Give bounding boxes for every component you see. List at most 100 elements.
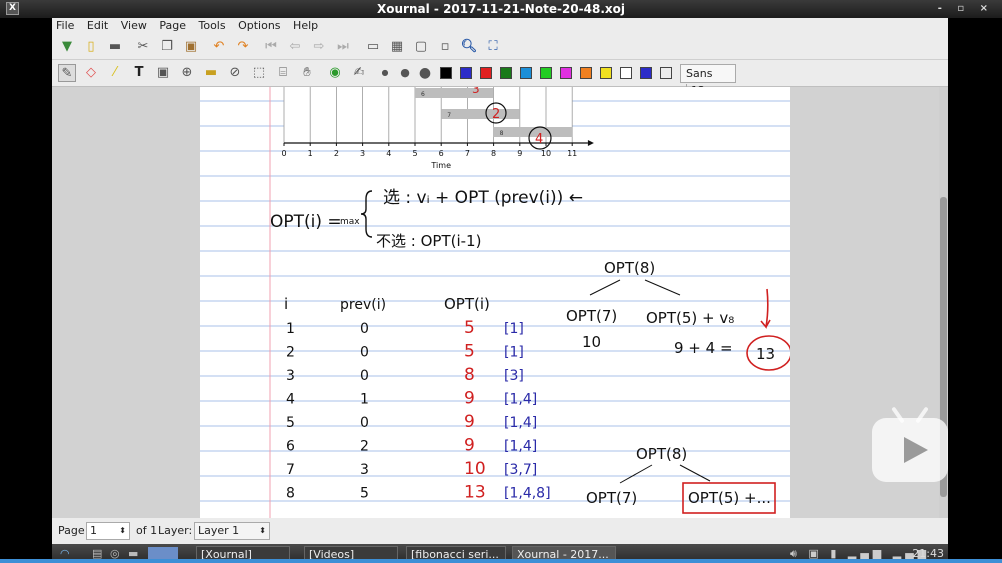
menu-help[interactable]: Help <box>293 19 318 32</box>
default-tool-icon[interactable]: ◉ <box>326 64 344 82</box>
table-cell-set: [1,4] <box>504 392 537 408</box>
menu-tools[interactable]: Tools <box>198 19 225 32</box>
font-button[interactable]: Sans 12 <box>680 64 736 97</box>
text-tool-icon[interactable]: T <box>130 64 148 82</box>
menu-edit[interactable]: Edit <box>87 19 108 32</box>
shape-recognizer-icon[interactable]: ⊕ <box>178 64 196 82</box>
color-lightgreen-swatch[interactable] <box>560 67 572 79</box>
x-tick-label: 10 <box>541 149 551 158</box>
x-tick-label: 11 <box>567 149 577 158</box>
color-blue-swatch[interactable] <box>460 67 472 79</box>
highlighter-icon[interactable]: ⁄ <box>106 64 124 82</box>
menu-file[interactable]: File <box>56 19 74 32</box>
last-page-icon[interactable]: ⏭ <box>334 38 352 56</box>
table-cell-set: [3] <box>504 368 524 384</box>
table-cell-prev: 0 <box>360 415 369 431</box>
tree1-left-value: 10 <box>582 333 601 351</box>
color-custom-swatch[interactable] <box>660 67 672 79</box>
table-header: OPT(i) <box>444 295 490 313</box>
x-tick-label: 0 <box>281 149 286 158</box>
image-tool-icon[interactable]: ▣ <box>154 64 172 82</box>
color-green-swatch[interactable] <box>500 67 512 79</box>
bar-label: 6 <box>421 91 425 98</box>
tree2-right: OPT(5) +... <box>688 489 771 507</box>
table-cell-set: [1,4] <box>504 415 537 431</box>
table-cell-i: 2 <box>286 345 295 361</box>
window-title: Xournal - 2017-11-21-Note-20-48.xoj <box>377 2 625 16</box>
table-cell-prev: 5 <box>360 486 369 502</box>
previous-page-icon[interactable]: ⇦ <box>286 38 304 56</box>
zoom-100-icon[interactable]: ▢ <box>412 38 430 56</box>
spin-icon[interactable]: ⬍ <box>119 523 126 539</box>
first-page-icon[interactable]: ⏮ <box>262 38 280 56</box>
workspace-switcher[interactable] <box>148 547 178 559</box>
zoom-search-icon[interactable]: 🔍︎ <box>460 38 478 56</box>
table-cell-opt: 9 <box>464 389 475 409</box>
window-controls[interactable]: - ▫ × <box>938 0 994 18</box>
x-tick-label: 8 <box>491 149 496 158</box>
table-cell-opt: 13 <box>464 483 486 503</box>
cut-icon[interactable]: ✂ <box>134 38 152 56</box>
zoom-out-icon[interactable]: ▭ <box>364 38 382 56</box>
table-cell-prev: 0 <box>360 345 369 361</box>
document-viewport[interactable]: 6 7 8 0 1 2 3 4 5 6 7 8 9 10 11 Time 3 2 4 OPT(i) = max 选 … <box>52 87 948 518</box>
layer-select[interactable]: Layer 1 ⬍ <box>194 522 270 540</box>
tree1-left: OPT(7) <box>566 307 617 325</box>
table-cell-i: 1 <box>286 321 295 337</box>
fullscreen-icon[interactable]: ⛶ <box>484 38 502 56</box>
paste-icon[interactable]: ▣ <box>182 38 200 56</box>
copy-icon[interactable]: ❐ <box>158 38 176 56</box>
table-cell-set: [1] <box>504 321 524 337</box>
rect-select-icon[interactable]: ⬚ <box>250 64 268 82</box>
page-label: Page <box>58 524 85 537</box>
dropdown-icon[interactable]: ⬍ <box>259 523 266 539</box>
x-tick-label: 9 <box>517 149 522 158</box>
color-red-swatch[interactable] <box>480 67 492 79</box>
zoom-in-icon[interactable]: ▫ <box>436 38 454 56</box>
menu-page[interactable]: Page <box>159 19 186 32</box>
new-page-icon[interactable]: ▯ <box>82 38 100 56</box>
menu-view[interactable]: View <box>121 19 147 32</box>
tree2-left: OPT(7) <box>586 489 637 507</box>
vertical-space-icon[interactable]: ⌸ <box>274 64 292 82</box>
save-icon[interactable]: ▼ <box>58 38 76 56</box>
case-skip: 不选 : OPT(i-1) <box>376 232 481 250</box>
eraser-icon[interactable]: ◇ <box>82 64 100 82</box>
hand-tool-icon[interactable]: ✋︎ <box>298 64 316 82</box>
opt-lhs: OPT(i) = <box>270 212 342 232</box>
lasso-select-icon[interactable]: ⊘ <box>226 64 244 82</box>
thickness-medium-icon[interactable]: ● <box>396 64 414 82</box>
color-lightblue-swatch[interactable] <box>540 67 552 79</box>
color-black-swatch[interactable] <box>440 67 452 79</box>
tree1-result: 13 <box>756 345 775 363</box>
table-header: prev(i) <box>340 297 386 313</box>
print-icon[interactable]: ▬ <box>106 38 124 56</box>
default-pen-icon[interactable]: ✍ <box>350 64 368 82</box>
color-gray-swatch[interactable] <box>520 67 532 79</box>
table-cell-prev: 0 <box>360 321 369 337</box>
max-label: max <box>340 217 360 227</box>
color-orange-swatch[interactable] <box>600 67 612 79</box>
color-white-swatch[interactable] <box>640 67 652 79</box>
x-tick-label: 7 <box>465 149 470 158</box>
pen-icon[interactable]: ✎ <box>58 64 76 82</box>
color-magenta-swatch[interactable] <box>580 67 592 79</box>
thickness-fine-icon[interactable]: ● <box>376 64 394 82</box>
undo-icon[interactable]: ↶ <box>210 38 228 56</box>
menu-options[interactable]: Options <box>238 19 280 32</box>
x-tick-label: 3 <box>360 149 365 158</box>
table-header: i <box>284 295 288 313</box>
app-icon: X <box>6 2 19 15</box>
status-bar: Page 1 ⬍ of 1 Layer: Layer 1 ⬍ <box>52 518 948 544</box>
next-page-icon[interactable]: ⇨ <box>310 38 328 56</box>
thickness-thick-icon[interactable]: ● <box>416 64 434 82</box>
ruler-icon[interactable]: ▬ <box>202 64 220 82</box>
x-axis-arrow <box>587 140 594 146</box>
note-page[interactable]: 6 7 8 0 1 2 3 4 5 6 7 8 9 10 11 Time 3 2 4 OPT(i) = max 选 … <box>200 87 792 518</box>
redo-icon[interactable]: ↷ <box>234 38 252 56</box>
color-yellow-swatch[interactable] <box>620 67 632 79</box>
video-play-icon[interactable] <box>872 406 948 482</box>
zoom-fit-icon[interactable]: ▦ <box>388 38 406 56</box>
x-axis-label: Time <box>430 161 451 170</box>
page-number-field[interactable]: 1 ⬍ <box>86 522 130 540</box>
